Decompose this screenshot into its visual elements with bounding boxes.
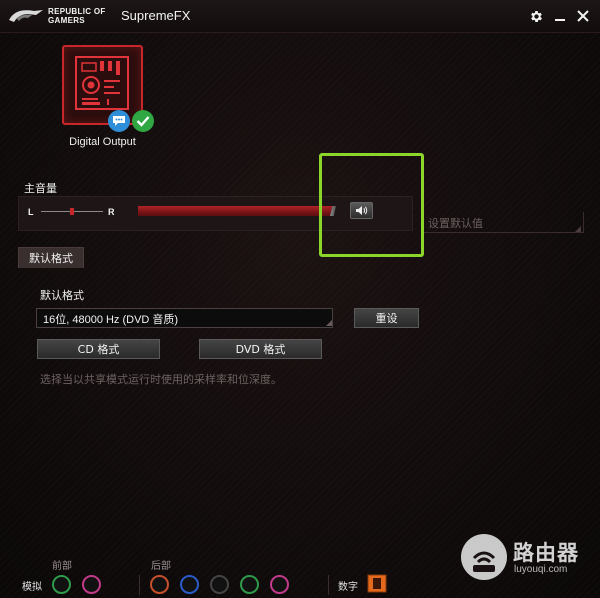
chat-bubble-icon — [113, 116, 125, 126]
settings-button[interactable] — [526, 6, 546, 26]
jack-divider — [139, 575, 140, 595]
close-icon — [577, 10, 589, 22]
spdif-port-icon[interactable] — [367, 574, 387, 593]
balance-right-label: R — [108, 207, 115, 217]
front-jack-pink[interactable] — [82, 575, 101, 594]
back-jack-blue[interactable] — [180, 575, 199, 594]
check-icon — [136, 116, 150, 127]
corner-arrow-icon — [575, 226, 581, 232]
close-button[interactable] — [573, 6, 593, 26]
device-label: Digital Output — [69, 136, 136, 148]
digital-divider — [328, 575, 329, 595]
analog-label: 模拟 — [22, 582, 42, 593]
back-label: 后部 — [151, 561, 171, 572]
watermark-text: 路由器 — [513, 541, 579, 565]
app-title: SupremeFX — [121, 8, 191, 23]
set-default-label[interactable]: 设置默认值 — [428, 215, 483, 231]
front-label: 前部 — [52, 561, 72, 572]
digital-output-device[interactable] — [62, 45, 143, 125]
motherboard-chip-icon — [75, 56, 129, 110]
settings-gear-icon — [530, 10, 542, 22]
rog-logo-icon — [9, 10, 43, 22]
balance-slider-handle[interactable] — [70, 208, 74, 215]
highlight-box — [319, 153, 424, 257]
digital-label: 数字 — [338, 582, 358, 593]
back-jack-green[interactable] — [240, 575, 259, 594]
minimize-icon — [555, 19, 565, 21]
dvd-format-button[interactable]: DVD 格式 — [199, 339, 322, 359]
balance-left-label: L — [28, 207, 34, 217]
back-jack-pink[interactable] — [270, 575, 289, 594]
router-logo-icon — [461, 534, 507, 580]
chat-badge — [108, 110, 130, 132]
brand-line-2: GAMERS — [48, 16, 85, 25]
reset-button[interactable]: 重设 — [354, 308, 419, 328]
tab-default-format[interactable]: 默认格式 — [18, 247, 84, 268]
main-volume-title: 主音量 — [24, 182, 57, 195]
format-select[interactable]: 16位, 48000 Hz (DVD 音质) — [36, 308, 333, 328]
active-badge — [132, 110, 154, 132]
volume-slider[interactable] — [138, 206, 336, 216]
format-hint-text: 选择当以共享模式运行时使用的采样率和位深度。 — [40, 373, 282, 386]
cd-format-button[interactable]: CD 格式 — [37, 339, 160, 359]
default-format-title: 默认格式 — [40, 289, 84, 302]
front-jack-green[interactable] — [52, 575, 71, 594]
minimize-button[interactable] — [550, 6, 570, 26]
watermark-url: luyouqi.com — [514, 564, 568, 575]
brand-wordmark: REPUBLIC OF GAMERS — [48, 7, 106, 25]
back-jack-black[interactable] — [210, 575, 229, 594]
brand-line-1: REPUBLIC OF — [48, 7, 106, 16]
format-select-value: 16位, 48000 Hz (DVD 音质) — [43, 314, 179, 326]
back-jack-orange[interactable] — [150, 575, 169, 594]
dropdown-corner-icon — [326, 320, 332, 326]
